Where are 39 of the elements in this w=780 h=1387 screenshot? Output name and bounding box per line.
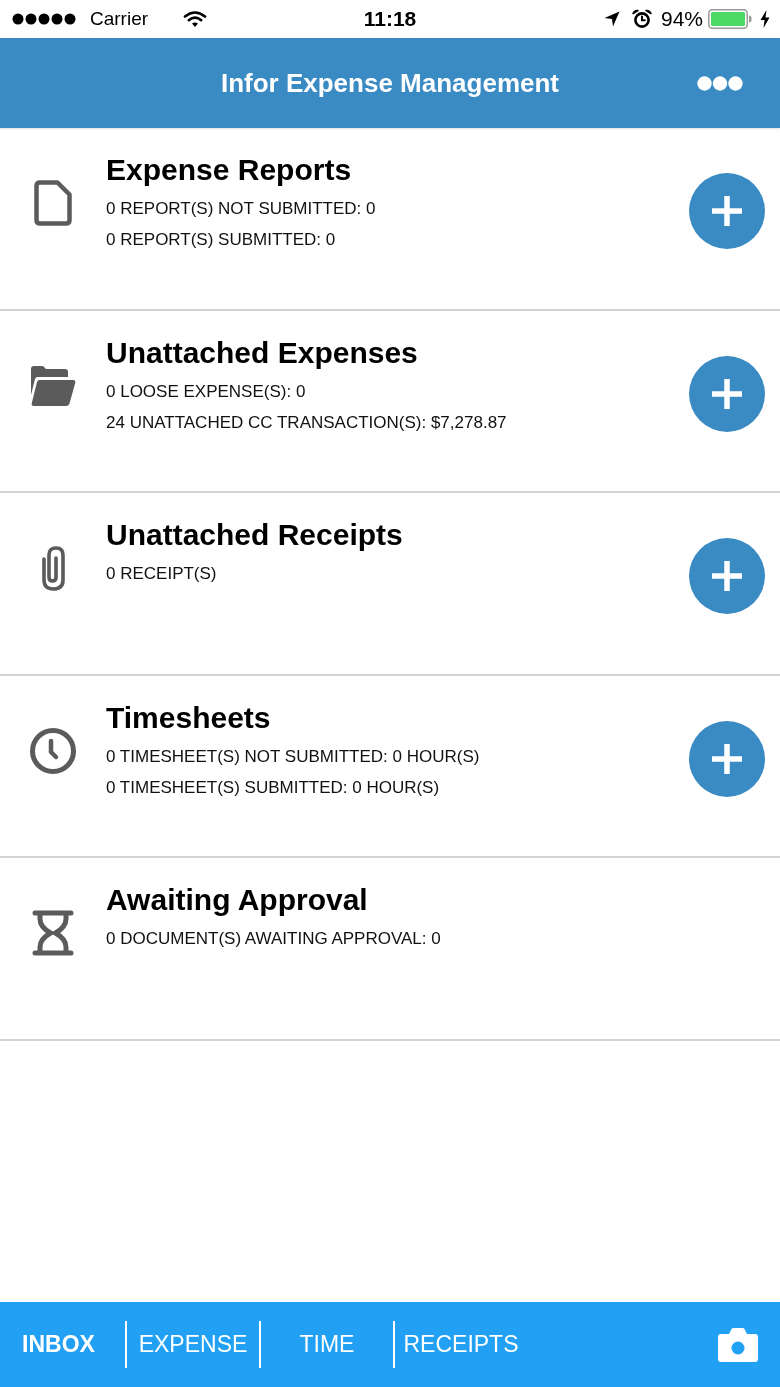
app-title: Infor Expense Management (220, 67, 560, 99)
plus-icon (712, 743, 742, 774)
carrier-name: Carrier (90, 8, 149, 30)
section-detail: 24 UNATTACHED CC TRANSACTION(S): $7,278.87 (106, 411, 508, 434)
section-detail: 0 TIMESHEET(S) NOT SUBMITTED: 0 HOUR(S) (106, 745, 481, 768)
section-title: Unattached Expenses (106, 334, 419, 371)
section-title: Awaiting Approval (106, 882, 369, 918)
section-detail: 0 REPORT(S) SUBMITTED: 0 (106, 229, 337, 251)
folder-icon (30, 364, 76, 407)
more-dots-icon (697, 76, 743, 91)
section-detail: 0 TIMESHEET(S) SUBMITTED: 0 HOUR(S) (106, 776, 441, 799)
camera-icon (718, 1327, 758, 1362)
hourglass-icon (32, 910, 74, 956)
section-detail: 0 REPORT(S) NOT SUBMITTED: 0 (106, 198, 377, 220)
wifi-icon (183, 10, 208, 28)
tab[interactable]: TIME (261, 1321, 393, 1368)
section-detail: 0 RECEIPT(S) (106, 563, 218, 585)
camera-button[interactable] (718, 1327, 758, 1362)
section-detail: 0 DOCUMENT(S) AWAITING APPROVAL: 0 (106, 928, 442, 950)
tab[interactable]: EXPENSE (127, 1321, 259, 1368)
tab[interactable]: RECEIPTS (395, 1321, 527, 1368)
section-detail: 0 LOOSE EXPENSE(S): 0 (106, 380, 307, 403)
more-button[interactable] (697, 76, 743, 91)
clock-icon (30, 727, 76, 774)
plus-icon (712, 378, 742, 409)
clock-time: 11:18 (363, 7, 417, 31)
section-title: Unattached Receipts (106, 517, 404, 553)
document-icon (34, 180, 72, 226)
battery-icon (708, 9, 752, 29)
signal-strength-icon (12, 13, 76, 25)
section-title: Expense Reports (106, 152, 353, 188)
location-arrow-icon (603, 11, 620, 27)
alarm-clock-icon (631, 9, 652, 29)
charging-bolt-icon (760, 10, 770, 28)
tab[interactable]: INBOX (0, 1321, 125, 1368)
plus-icon (712, 561, 742, 591)
section-title: Timesheets (106, 699, 272, 736)
plus-icon (712, 196, 742, 226)
battery-percentage: 94% (660, 7, 703, 31)
